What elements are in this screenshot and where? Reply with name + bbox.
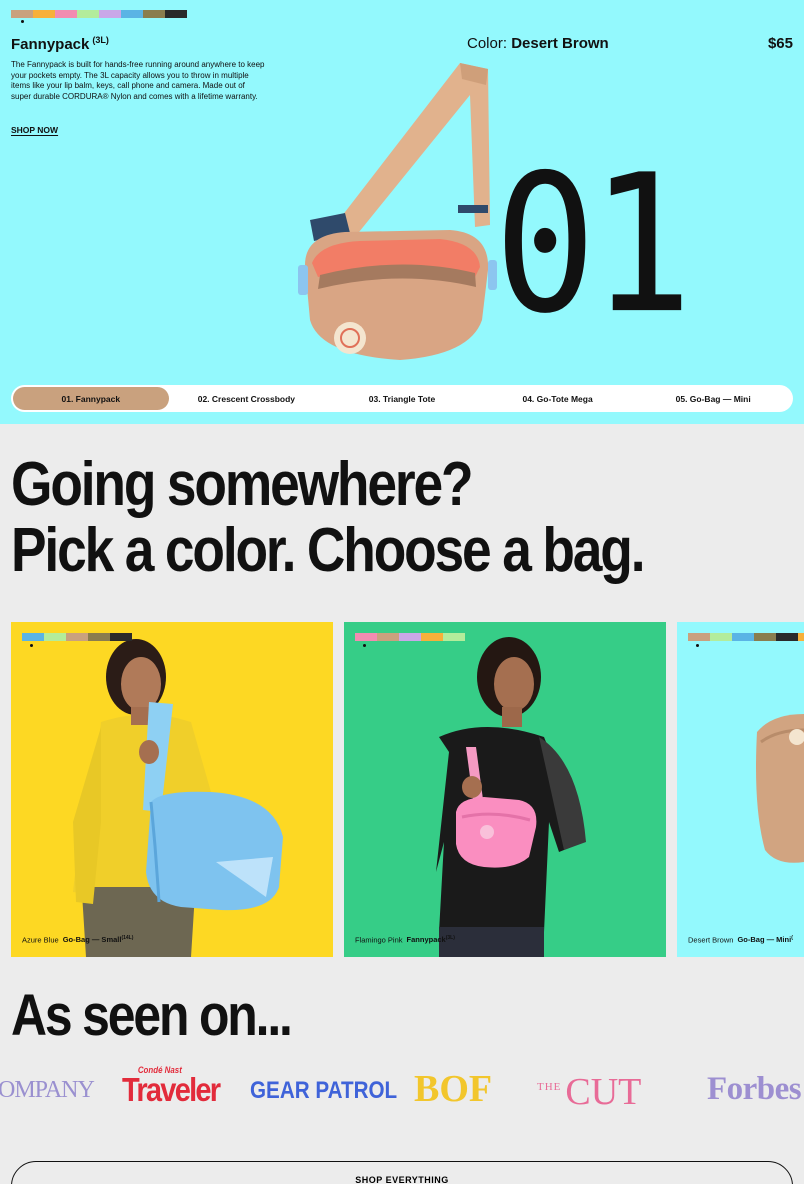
bof-logo[interactable]: BOF [414, 1067, 492, 1111]
headline: Going somewhere? Pick a color. Choose a … [11, 450, 646, 585]
color-swatch[interactable] [143, 10, 165, 18]
color-label: Color: [467, 35, 508, 52]
product-capacity: (3L) [92, 35, 109, 45]
selected-swatch-indicator [696, 644, 699, 647]
shop-now-link[interactable]: SHOP NOW [11, 125, 58, 135]
color-swatches[interactable] [22, 633, 132, 641]
product-card-azure-blue[interactable]: Azure Blue Go-Bag — Small(14L) [11, 622, 333, 957]
color-swatch[interactable] [110, 633, 132, 641]
color-swatch[interactable] [399, 633, 421, 641]
the-cut-logo-text: CUT [565, 1071, 642, 1113]
press-logos: OMPANY Condé Nast Traveler GEAR PATROL B… [0, 1065, 804, 1115]
color-swatch[interactable] [44, 633, 66, 641]
card-caption: Desert Brown Go-Bag — Mini( [688, 935, 793, 945]
color-swatch[interactable] [776, 633, 798, 641]
color-swatches[interactable] [355, 633, 465, 641]
product-name: Fannypack [406, 935, 446, 944]
color-swatch[interactable] [33, 10, 55, 18]
headline-line-2: Pick a color. Choose a bag. [11, 516, 646, 585]
color-swatch[interactable] [355, 633, 377, 641]
product-card-flamingo-pink[interactable]: Flamingo Pink Fannypack(3L) [344, 622, 666, 957]
tab-3[interactable]: 03. Triangle Tote [324, 387, 480, 410]
color-value: Desert Brown [511, 35, 609, 52]
product-price: $65 [767, 35, 793, 52]
traveler-logo-text: Traveler [122, 1071, 221, 1108]
model-with-pink-fannypack-image [436, 637, 586, 957]
traveler-logo-subtext: Condé Nast [137, 1065, 182, 1075]
tab-4[interactable]: 04. Go-Tote Mega [480, 387, 636, 410]
shop-everything-button[interactable]: SHOP EVERYTHING [11, 1161, 793, 1184]
color-name: Desert Brown [688, 935, 734, 944]
color-swatch[interactable] [798, 633, 804, 641]
headline-line-1: Going somewhere? [11, 450, 474, 519]
product-capacity: ( [791, 934, 793, 941]
color-swatch[interactable] [732, 633, 754, 641]
product-description: The Fannypack is built for hands-free ru… [11, 60, 265, 101]
color-name: Flamingo Pink [355, 935, 403, 944]
product-name: Go-Bag — Small [62, 935, 122, 944]
desert-brown-bag-image [756, 714, 804, 863]
fast-company-logo[interactable]: OMPANY [0, 1077, 95, 1104]
color-swatch[interactable] [165, 10, 187, 18]
product-name: Fannypack [11, 36, 90, 53]
hero-section: Fannypack (3L) The Fannypack is built for… [0, 0, 804, 424]
color-swatch[interactable] [99, 10, 121, 18]
card-caption: Flamingo Pink Fannypack(3L) [355, 935, 455, 945]
product-card-desert-brown[interactable]: Desert Brown Go-Bag — Mini( [677, 622, 804, 957]
the-cut-logo-the: THE [537, 1081, 562, 1093]
product-number: 01 [494, 134, 693, 357]
selected-swatch-indicator [21, 20, 24, 23]
tab-2[interactable]: 02. Crescent Crossbody [169, 387, 325, 410]
product-capacity: (14L) [121, 934, 134, 941]
product-capacity: (3L) [445, 934, 455, 941]
selected-swatch-indicator [30, 644, 33, 647]
tab-1[interactable]: 01. Fannypack [13, 387, 169, 410]
color-swatch[interactable] [421, 633, 443, 641]
conde-nast-traveler-logo[interactable]: Condé Nast Traveler [122, 1065, 221, 1109]
the-cut-logo[interactable]: THE CUT [537, 1070, 641, 1114]
product-tabs: 01. Fannypack 02. Crescent Crossbody 03. T… [11, 385, 793, 412]
model-with-blue-bag-image [73, 639, 283, 957]
product-name: Go-Bag — Mini [737, 935, 792, 944]
color-swatch[interactable] [710, 633, 732, 641]
product-title: Fannypack (3L) [11, 35, 109, 53]
forbes-logo[interactable]: Forbes [707, 1071, 802, 1108]
color-indicator: Color: Desert Brown [467, 35, 609, 52]
color-swatch[interactable] [11, 10, 33, 18]
as-seen-on-title: As seen on... [11, 983, 293, 1048]
selected-swatch-indicator [363, 644, 366, 647]
tab-5[interactable]: 05. Go-Bag — Mini [635, 387, 791, 410]
color-swatch[interactable] [443, 633, 465, 641]
card-caption: Azure Blue Go-Bag — Small(14L) [22, 935, 133, 945]
color-swatch[interactable] [22, 633, 44, 641]
color-swatches[interactable] [688, 633, 804, 641]
color-swatch[interactable] [121, 10, 143, 18]
color-swatch[interactable] [55, 10, 77, 18]
color-swatches[interactable] [11, 10, 187, 18]
color-swatch[interactable] [754, 633, 776, 641]
fannypack-image [298, 63, 497, 360]
color-swatch[interactable] [66, 633, 88, 641]
color-name: Azure Blue [22, 935, 59, 944]
color-swatch[interactable] [77, 10, 99, 18]
color-swatch[interactable] [377, 633, 399, 641]
gear-patrol-logo[interactable]: GEAR PATROL [250, 1077, 397, 1105]
color-swatch[interactable] [88, 633, 110, 641]
color-swatch[interactable] [688, 633, 710, 641]
